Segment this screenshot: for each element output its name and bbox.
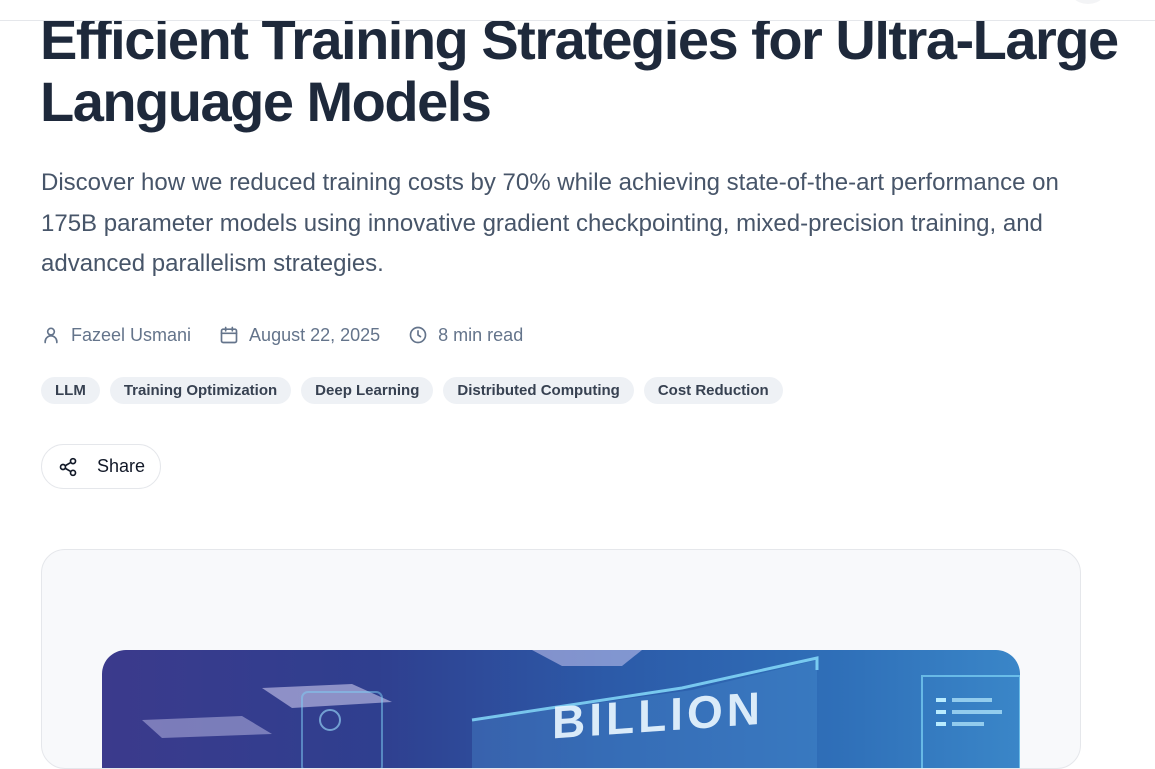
tag-list: LLM Training Optimization Deep Learning …: [41, 377, 793, 404]
hero-illustration: BILLION: [142, 650, 1020, 768]
meta-author: Fazeel Usmani: [41, 325, 191, 346]
tag-cost-reduction[interactable]: Cost Reduction: [643, 377, 783, 404]
author-name: Fazeel Usmani: [71, 324, 192, 345]
share-button[interactable]: Share: [41, 444, 161, 489]
user-icon: [44, 327, 58, 344]
share-label: Share: [97, 456, 146, 476]
featured-image-card: BILLION: [41, 549, 1081, 769]
meta-date: August 22, 2025: [219, 325, 380, 346]
meta-read-time: 8 min read: [408, 325, 523, 346]
featured-hero-image: BILLION: [102, 650, 1020, 768]
share-icon: [59, 457, 77, 476]
article-title: Efficient Training Strategies for Ultra-…: [40, 8, 1119, 133]
publish-date: August 22, 2025: [249, 324, 381, 345]
article-subtitle: Discover how we reduced training costs b…: [41, 169, 1059, 277]
article-meta: Fazeel Usmani August 22, 2025 8 min read: [41, 322, 551, 348]
tag-training-optimization[interactable]: Training Optimization: [109, 377, 292, 404]
clock-icon: [409, 326, 427, 344]
calendar-icon: [220, 326, 238, 344]
tag-distributed-computing[interactable]: Distributed Computing: [443, 377, 634, 404]
tag-deep-learning[interactable]: Deep Learning: [301, 377, 434, 404]
nav-avatar-button[interactable]: [1066, 0, 1110, 4]
top-navigation-bar: [0, 0, 1155, 21]
tag-llm[interactable]: LLM: [41, 377, 100, 404]
read-time: 8 min read: [438, 324, 524, 345]
